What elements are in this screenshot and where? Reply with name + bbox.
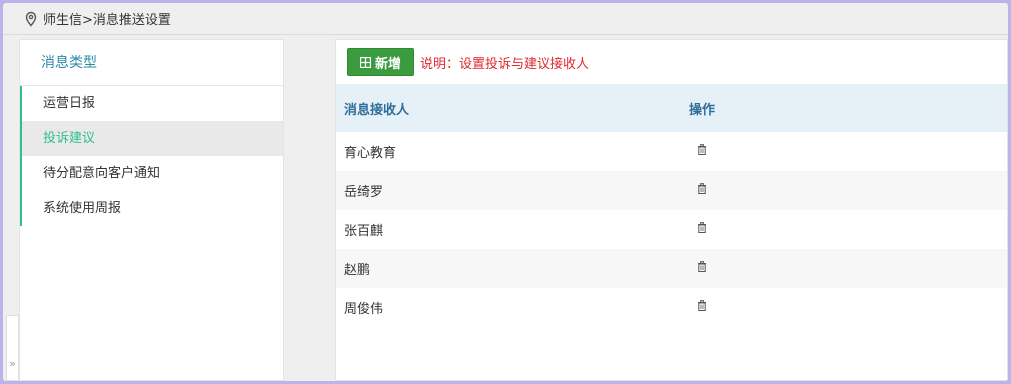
receiver-name: 育心教育 (344, 146, 397, 161)
message-type-item-daily-report[interactable]: 运营日报 (20, 86, 283, 121)
receiver-panel: 新增 说明：设置投诉与建议接收人 消息接收人 操作 育心教育 岳绮罗 张百麒 赵… (335, 39, 1008, 381)
table-row: 育心教育 (336, 132, 1007, 171)
table-row: 张百麒 (336, 210, 1007, 249)
message-type-label: 待分配意向客户通知 (43, 166, 161, 181)
double-chevron-right-icon: » (9, 357, 16, 370)
trash-icon[interactable] (697, 222, 707, 233)
trash-icon[interactable] (697, 183, 707, 194)
breadcrumb-text: 师生信>消息推送设置 (43, 13, 171, 28)
table-row: 周俊伟 (336, 288, 1007, 327)
message-type-label: 投诉建议 (43, 131, 96, 146)
instruction-note: 说明：设置投诉与建议接收人 (420, 56, 590, 72)
table-row: 岳绮罗 (336, 171, 1007, 210)
breadcrumb: 师生信>消息推送设置 (3, 3, 1008, 35)
toolbar: 新增 说明：设置投诉与建议接收人 (336, 40, 1007, 84)
column-header-receiver: 消息接收人 (344, 102, 410, 118)
message-type-item-complaints[interactable]: 投诉建议 (20, 121, 283, 156)
table-header: 消息接收人 操作 (336, 84, 1007, 132)
message-type-item-weekly-usage[interactable]: 系统使用周报 (20, 191, 283, 226)
app-frame: 师生信>消息推送设置 消息类型 运营日报 投诉建议 待分配意向客户通知 系统使用… (3, 3, 1008, 381)
receiver-name: 张百麒 (344, 224, 384, 239)
message-type-list: 运营日报 投诉建议 待分配意向客户通知 系统使用周报 (20, 86, 283, 226)
column-header-operation: 操作 (689, 102, 716, 118)
sidebar-expand-button[interactable]: » (6, 315, 19, 381)
add-button-label: 新增 (375, 56, 402, 72)
message-type-title: 消息类型 (20, 40, 283, 86)
grid-plus-icon (360, 56, 371, 68)
receiver-name: 岳绮罗 (344, 185, 384, 200)
location-pin-icon (25, 11, 37, 27)
receiver-name: 周俊伟 (344, 302, 384, 317)
trash-icon[interactable] (697, 261, 707, 272)
trash-icon[interactable] (697, 144, 707, 155)
table-row: 赵鹏 (336, 249, 1007, 288)
message-type-item-pending-leads[interactable]: 待分配意向客户通知 (20, 156, 283, 191)
receiver-name: 赵鹏 (344, 263, 371, 278)
trash-icon[interactable] (697, 300, 707, 311)
add-receiver-button[interactable]: 新增 (347, 48, 415, 76)
message-type-label: 运营日报 (43, 96, 96, 111)
message-type-panel: 消息类型 运营日报 投诉建议 待分配意向客户通知 系统使用周报 (19, 39, 284, 381)
message-type-label: 系统使用周报 (43, 201, 122, 216)
receiver-table: 消息接收人 操作 育心教育 岳绮罗 张百麒 赵鹏 周俊伟 (336, 84, 1007, 327)
